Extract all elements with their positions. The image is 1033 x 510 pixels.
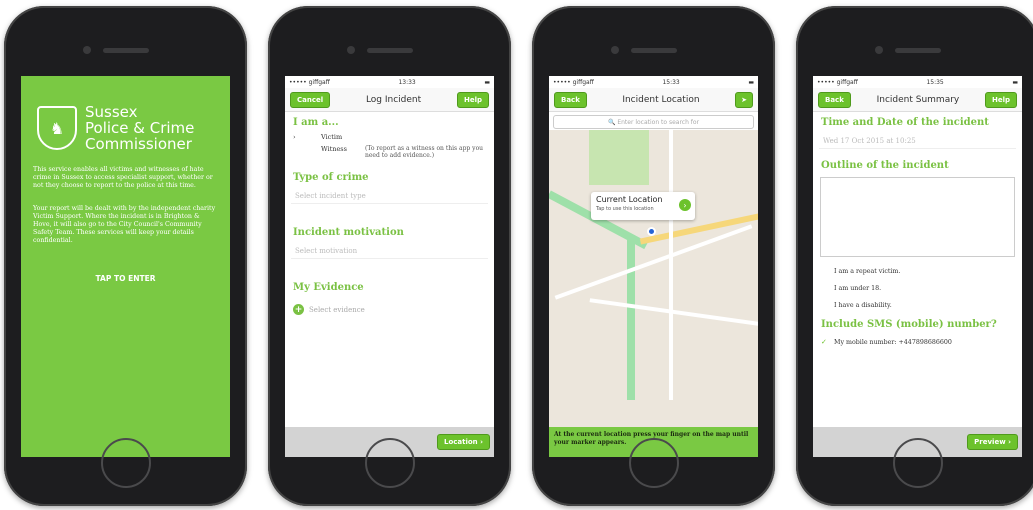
time-date-field[interactable]: Wed 17 Oct 2015 at 10:25: [819, 133, 1016, 149]
help-button[interactable]: Help: [456, 91, 489, 108]
speaker: [102, 48, 149, 53]
callout-subtitle: Tap to use this location: [596, 206, 654, 212]
outline-textarea[interactable]: [820, 177, 1015, 257]
current-location-marker: [647, 227, 656, 236]
home-button[interactable]: [628, 438, 679, 488]
log-incident-screen: ••••• giffgaff 13:33 ▬ Cancel Log Incide…: [285, 76, 494, 457]
tap-to-enter-button[interactable]: TAP TO ENTER: [21, 274, 230, 283]
incident-type-select[interactable]: Select incident type: [291, 188, 488, 204]
road: [589, 298, 758, 326]
under-18-label: I am under 18.: [834, 285, 882, 292]
camera: [874, 46, 883, 54]
mobile-checkbox[interactable]: ✓ My mobile number: +447898686600: [813, 333, 1022, 351]
location-button[interactable]: Location ›: [436, 434, 490, 450]
page-title: Incident Location: [622, 94, 700, 105]
green-route: [627, 240, 635, 400]
motivation-select[interactable]: Select motivation: [291, 243, 488, 259]
witness-label: Witness: [321, 145, 347, 153]
checkmark-icon: ✓: [821, 338, 827, 346]
repeat-victim-label: I am a repeat victim.: [834, 268, 901, 275]
incident-location-screen: ••••• giffgaff 15:33 ▬ Back Incident Loc…: [549, 76, 758, 457]
camera: [346, 46, 355, 54]
phone-3: ••••• giffgaff 15:33 ▬ Back Incident Loc…: [532, 6, 775, 506]
map[interactable]: Current Location Tap to use this locatio…: [549, 130, 758, 427]
battery-icon: ▬: [748, 78, 754, 86]
phone-2: ••••• giffgaff 13:33 ▬ Cancel Log Incide…: [268, 6, 511, 506]
victim-label: Victim: [321, 133, 343, 141]
road: [669, 130, 673, 400]
logo-line-1: Sussex: [85, 103, 138, 121]
clock: 15:35: [926, 78, 944, 86]
option-victim[interactable]: › Victim: [285, 131, 494, 143]
help-button[interactable]: Help: [984, 91, 1017, 108]
carrier: ••••• giffgaff: [817, 78, 858, 86]
navbar: Cancel Log Incident Help: [285, 88, 494, 112]
incident-summary-screen: ••••• giffgaff 15:35 ▬ Back Incident Sum…: [813, 76, 1022, 457]
clock: 15:33: [662, 78, 680, 86]
camera: [610, 46, 619, 54]
type-heading: Type of crime: [293, 172, 369, 183]
location-search-input[interactable]: 🔍 Enter location to search for: [553, 115, 754, 129]
speaker: [366, 48, 413, 53]
welcome-screen: ♞ Sussex Police & Crime Commissioner Thi…: [21, 76, 230, 457]
camera: [82, 46, 91, 54]
outline-heading: Outline of the incident: [821, 160, 949, 171]
page-title: Log Incident: [365, 94, 422, 105]
battery-icon: ▬: [1012, 78, 1018, 86]
shield-icon: ♞: [37, 106, 77, 150]
preview-button[interactable]: Preview ›: [967, 434, 1018, 450]
page-title: Incident Summary: [876, 94, 960, 105]
repeat-victim-checkbox[interactable]: I am a repeat victim.: [813, 263, 1022, 280]
time-heading: Time and Date of the incident: [821, 117, 989, 128]
navbar: Back Incident Summary Help: [813, 88, 1022, 112]
evidence-heading: My Evidence: [293, 282, 364, 293]
home-button[interactable]: [364, 438, 415, 488]
status-bar: ••••• giffgaff 15:33 ▬: [549, 76, 758, 88]
logo: ♞ Sussex Police & Crime Commissioner: [21, 76, 230, 152]
disability-label: I have a disability.: [834, 302, 892, 309]
speaker: [894, 48, 941, 53]
evidence-label: Select evidence: [309, 305, 365, 314]
callout-title: Current Location: [596, 195, 663, 204]
home-button[interactable]: [892, 438, 943, 488]
battery-icon: ▬: [484, 78, 490, 86]
navbar: Back Incident Location ➤: [549, 88, 758, 112]
back-button[interactable]: Back: [554, 91, 587, 108]
chevron-right-icon: ›: [293, 133, 296, 141]
current-location-callout[interactable]: Current Location Tap to use this locatio…: [591, 192, 695, 220]
info-paragraph: Your report will be dealt with by the in…: [33, 204, 216, 245]
plus-icon: +: [293, 304, 304, 315]
motivation-heading: Incident motivation: [293, 227, 404, 238]
park-area: [589, 130, 649, 185]
disability-checkbox[interactable]: I have a disability.: [813, 297, 1022, 314]
cancel-button[interactable]: Cancel: [290, 91, 331, 108]
locate-arrow-icon[interactable]: ➤: [735, 91, 753, 108]
sms-heading: Include SMS (mobile) number?: [821, 319, 997, 330]
mobile-label: My mobile number: +447898686600: [834, 338, 952, 346]
intro-paragraph: This service enables all victims and wit…: [33, 166, 213, 190]
back-button[interactable]: Back: [818, 91, 851, 108]
clock: 13:33: [398, 78, 416, 86]
witness-note: (To report as a witness on this app you …: [365, 145, 484, 159]
logo-line-3: Commissioner: [85, 135, 192, 153]
option-witness[interactable]: Witness (To report as a witness on this …: [285, 143, 494, 161]
select-evidence-button[interactable]: + Select evidence: [293, 304, 486, 315]
logo-line-2: Police & Crime: [85, 119, 195, 137]
home-button[interactable]: [100, 438, 151, 488]
status-bar: ••••• giffgaff 15:35 ▬: [813, 76, 1022, 88]
phone-1: ♞ Sussex Police & Crime Commissioner Thi…: [4, 6, 247, 506]
speaker: [630, 48, 677, 53]
chevron-right-icon[interactable]: ›: [679, 199, 691, 211]
under-18-checkbox[interactable]: I am under 18.: [813, 280, 1022, 297]
status-bar: ••••• giffgaff 13:33 ▬: [285, 76, 494, 88]
i-am-heading: I am a...: [293, 117, 339, 128]
carrier: ••••• giffgaff: [553, 78, 594, 86]
carrier: ••••• giffgaff: [289, 78, 330, 86]
phone-4: ••••• giffgaff 15:35 ▬ Back Incident Sum…: [796, 6, 1033, 506]
